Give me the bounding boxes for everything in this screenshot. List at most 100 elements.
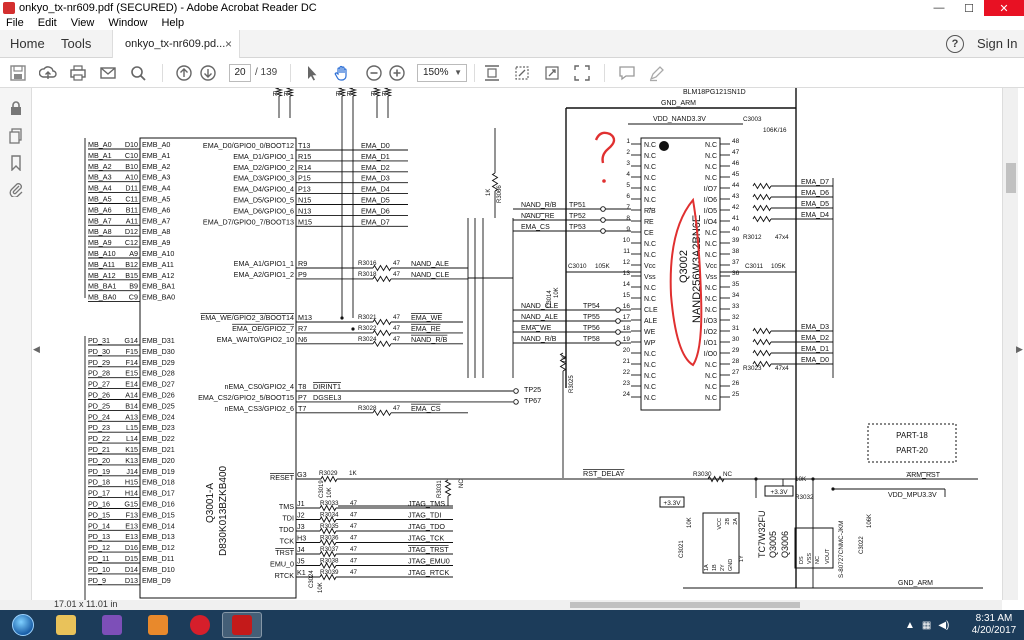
collapse-left-pane-icon[interactable]: ◀ xyxy=(33,344,40,355)
toolbar-divider xyxy=(290,64,291,82)
reset-label: RESET xyxy=(270,473,295,482)
horizontal-scroll-thumb[interactable] xyxy=(570,602,800,608)
ball-pin: T13 xyxy=(298,141,310,150)
volume-icon[interactable]: ◀) xyxy=(938,620,949,631)
nand-pin-number: 14 xyxy=(623,281,631,288)
nand-pin-label: N.C xyxy=(705,164,717,171)
print-icon[interactable] xyxy=(68,63,88,83)
maximize-button[interactable]: ☐ xyxy=(954,0,984,16)
lock-icon[interactable] xyxy=(8,100,24,116)
part-box xyxy=(867,423,957,463)
menu-window[interactable]: Window xyxy=(108,17,147,29)
nand-pin-number: 32 xyxy=(732,314,740,321)
emb-pin-label: EMB_A4 xyxy=(142,184,170,193)
network-icon[interactable]: ▦ xyxy=(922,620,931,631)
ema-pin-label: EMA_D5/GPIO0_5 xyxy=(233,196,294,205)
close-window-button[interactable]: ✕ xyxy=(984,0,1024,16)
ball-pin: E13 xyxy=(125,521,138,530)
menu-help[interactable]: Help xyxy=(161,17,184,29)
horizontal-scrollbar[interactable] xyxy=(130,600,1002,610)
mb-net-label: MB_A6 xyxy=(88,205,112,214)
test-point xyxy=(615,307,621,313)
tab-tools[interactable]: Tools xyxy=(61,36,91,51)
taskbar-acrobat[interactable] xyxy=(222,612,262,638)
resistor-ref: R3025 xyxy=(569,375,575,393)
pages-icon[interactable] xyxy=(8,128,24,144)
clock[interactable]: 8:31 AM 4/20/2017 xyxy=(970,613,1018,637)
save-icon[interactable] xyxy=(8,63,28,83)
pd-net-label: PD_31 xyxy=(88,336,110,345)
nand-pin-number: 42 xyxy=(732,204,740,211)
mb-net-label: MB_A11 xyxy=(88,260,115,269)
tab-home[interactable]: Home xyxy=(10,36,45,51)
zoom-out-icon[interactable] xyxy=(364,63,384,83)
page-up-icon[interactable] xyxy=(174,63,194,83)
select-cursor-icon[interactable] xyxy=(302,63,322,83)
rotate-icon[interactable] xyxy=(512,63,532,83)
emb-pin-label: EMB_D14 xyxy=(142,521,175,530)
show-hidden-icons-icon[interactable]: ▲ xyxy=(905,620,915,631)
highlight-pen-icon[interactable] xyxy=(647,63,667,83)
start-button[interactable] xyxy=(4,613,42,637)
pd-net-label: PD_26 xyxy=(88,391,110,400)
menu-edit[interactable]: Edit xyxy=(38,17,57,29)
email-icon[interactable] xyxy=(98,63,118,83)
emb-pin-label: EMB_D16 xyxy=(142,500,175,509)
scroll-mode-icon[interactable] xyxy=(542,63,562,83)
search-icon[interactable] xyxy=(128,63,148,83)
ic-q3002-ref: Q3002 xyxy=(678,250,690,283)
vdd-nand-label: VDD_NAND3.3V xyxy=(653,116,706,123)
fullscreen-icon[interactable] xyxy=(572,63,592,83)
vertical-scroll-thumb[interactable] xyxy=(1006,163,1016,193)
ema-ctrl-net: EMA_RE xyxy=(411,324,441,333)
series-resistor xyxy=(752,193,772,201)
taskbar-media-player[interactable] xyxy=(138,612,178,638)
cloud-upload-icon[interactable] xyxy=(38,63,58,83)
page-number-input[interactable]: 20 xyxy=(229,64,251,82)
navigation-pane xyxy=(0,88,32,602)
menu-view[interactable]: View xyxy=(71,17,95,29)
test-point-label: TP58 xyxy=(583,336,600,343)
page-size-label: 17.01 x 11.01 in xyxy=(54,599,118,609)
resistor-value: 47 xyxy=(350,523,358,530)
ema-d-net: EMA_D5 xyxy=(361,196,390,205)
resistor-ref: R3038 xyxy=(320,558,339,565)
pd-net-label: PD_27 xyxy=(88,380,110,389)
document-viewer[interactable]: MB_A0 D10 EMB_A0 MB_A1 C10 EMB_A1 MB_A2 B10 EMB_… xyxy=(43,88,1002,600)
taskbar-visual-studio[interactable] xyxy=(92,612,132,638)
comment-icon[interactable] xyxy=(617,63,637,83)
minimize-button[interactable]: — xyxy=(924,0,954,16)
mb-net-label: MB_A7 xyxy=(88,216,112,225)
resistor-ref: R3033 xyxy=(320,500,339,507)
emb-pin-label: EMB_D19 xyxy=(142,467,175,476)
page-down-icon[interactable] xyxy=(198,63,218,83)
menu-file[interactable]: File xyxy=(6,17,24,29)
nand-pin-number: 26 xyxy=(732,380,740,387)
pd-net-label: PD_18 xyxy=(88,478,110,487)
sign-in-button[interactable]: Sign In xyxy=(977,36,1017,51)
ball-pin: B11 xyxy=(126,205,138,214)
windows-taskbar: ▲ ▦ ◀) 8:31 AM 4/20/2017 xyxy=(0,610,1024,640)
emb-pin-label: EMB_BA1 xyxy=(142,282,175,291)
junction-dot xyxy=(811,477,815,481)
close-tab-icon[interactable]: × xyxy=(225,37,232,51)
series-resistor xyxy=(752,349,772,357)
help-icon[interactable]: ? xyxy=(946,35,964,53)
bookmark-icon[interactable] xyxy=(8,155,24,172)
ema-pin-label: EMA_D2/GPIO0_2 xyxy=(233,163,294,172)
attachment-icon[interactable] xyxy=(8,181,24,198)
expand-right-pane-icon[interactable]: ▶ xyxy=(1016,344,1023,355)
emb-pin-label: EMB_A7 xyxy=(142,216,170,225)
resistor-ref: R3021 xyxy=(358,314,377,321)
fit-page-icon[interactable] xyxy=(482,63,502,83)
zoom-in-icon[interactable] xyxy=(387,63,407,83)
zoom-select[interactable]: 150% ▼ xyxy=(417,64,467,82)
hand-tool-icon[interactable] xyxy=(332,63,352,83)
ball-pin: N6 xyxy=(298,335,307,344)
taskbar-opera[interactable] xyxy=(180,612,220,638)
ball-pin: R14 xyxy=(298,163,311,172)
taskbar-explorer[interactable] xyxy=(46,612,86,638)
document-tab[interactable]: onkyo_tx-nr609.pd... × xyxy=(112,30,240,58)
data-net: EMA_D2 xyxy=(801,335,829,342)
reset-ic-pin: DS xyxy=(799,556,805,564)
